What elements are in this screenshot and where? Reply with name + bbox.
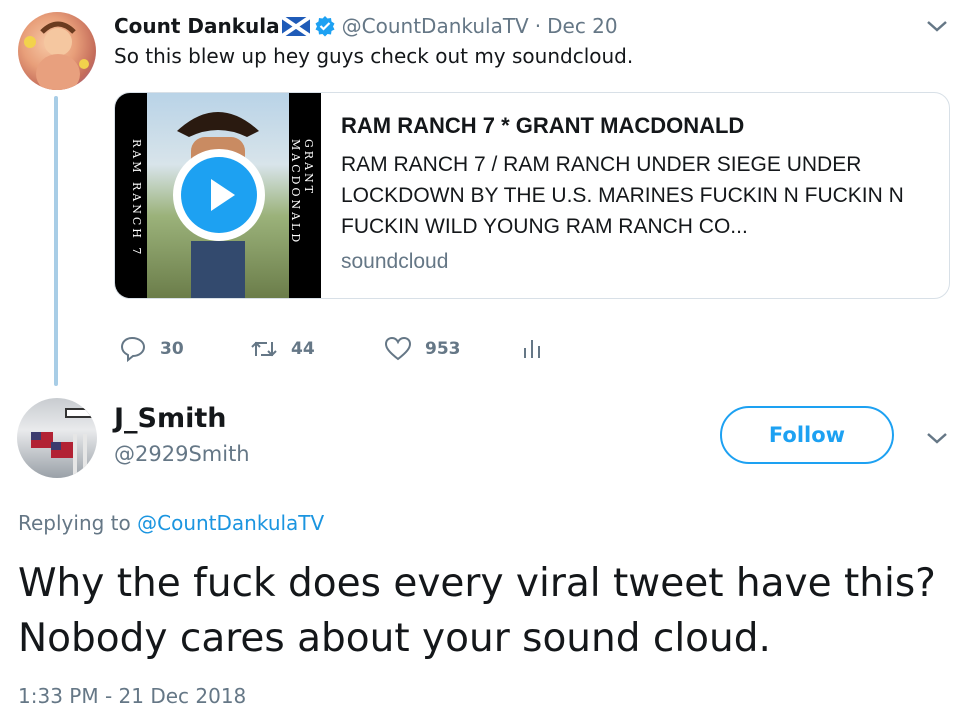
avatar-wall-street-icon [31, 408, 95, 478]
avatar[interactable] [17, 398, 97, 478]
reply-text: Why the fuck does every viral tweet have… [18, 561, 936, 661]
handle[interactable]: @CountDankulaTV [342, 14, 529, 38]
analytics-icon [524, 340, 540, 358]
mention-link[interactable]: @CountDankulaTV [137, 511, 324, 535]
avatar[interactable] [18, 12, 96, 90]
retweet-count: 44 [291, 339, 315, 359]
like-icon [384, 336, 412, 361]
scotland-flag-icon [280, 14, 311, 38]
thumb-left-text: RAM RANCH 7 [130, 139, 143, 258]
analytics-button[interactable] [517, 334, 547, 364]
thumb-right-text: GRANT MACDONALD [289, 139, 315, 246]
link-card[interactable]: RAM RANCH 7 GRANT MACDONALD RAM RANCH 7 … [114, 92, 950, 299]
like-button[interactable]: 953 [383, 334, 517, 364]
card-domain: soundcloud [341, 250, 449, 273]
retweet-icon [251, 341, 277, 357]
chevron-down-icon[interactable] [924, 428, 950, 448]
replying-to: Replying to @CountDankulaTV [18, 511, 324, 535]
card-title: RAM RANCH 7 * GRANT MACDONALD [341, 113, 745, 138]
retweet-button[interactable]: 44 [249, 334, 383, 364]
play-button[interactable] [173, 149, 265, 241]
follow-button[interactable]: Follow [720, 406, 894, 464]
tweet-text: So this blew up hey guys check out my so… [114, 44, 634, 68]
avatar-cartoon-icon [24, 21, 89, 90]
card-description: RAM RANCH 7 / RAM RANCH UNDER SIEGE UNDE… [341, 153, 904, 238]
card-body: RAM RANCH 7 * GRANT MACDONALD RAM RANCH … [321, 93, 949, 298]
reply-count: 30 [160, 339, 184, 359]
display-name[interactable]: Count Dankula [114, 14, 280, 38]
display-name[interactable]: J_Smith [114, 403, 227, 434]
thread-line [54, 96, 58, 386]
separator: · [534, 14, 542, 38]
timestamp[interactable]: 1:33 PM - 21 Dec 2018 [18, 684, 246, 708]
reply-icon [120, 336, 146, 363]
replying-prefix: Replying to [18, 511, 131, 535]
play-icon [211, 179, 235, 211]
tweet-actions: 30 44 953 [118, 334, 547, 364]
reply-button[interactable]: 30 [118, 334, 249, 364]
tweet-header: Count Dankula @CountDankulaTV · Dec 20 [114, 10, 618, 42]
tweet-date[interactable]: Dec 20 [547, 14, 618, 38]
card-thumbnail: RAM RANCH 7 GRANT MACDONALD [115, 93, 321, 298]
handle[interactable]: @2929Smith [114, 442, 250, 466]
chevron-down-icon[interactable] [924, 16, 950, 36]
like-count: 953 [425, 339, 461, 359]
verified-icon [314, 15, 336, 37]
